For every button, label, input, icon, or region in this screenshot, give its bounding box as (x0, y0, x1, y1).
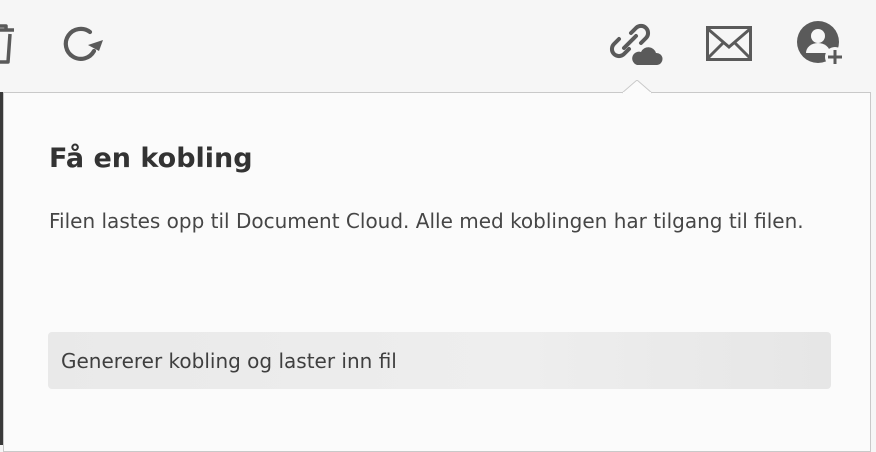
email-button[interactable] (703, 18, 755, 70)
delete-icon (0, 22, 20, 66)
email-icon (705, 25, 753, 63)
share-link-button[interactable] (609, 18, 663, 70)
link-cloud-icon (609, 19, 663, 69)
toolbar (0, 0, 876, 92)
add-person-icon (795, 19, 847, 69)
rotate-icon (59, 21, 105, 67)
progress-status-text: Genererer kobling og laster inn fil (61, 348, 397, 373)
rotate-button[interactable] (56, 18, 108, 70)
add-person-button[interactable] (795, 18, 847, 70)
panel-description: Filen lastes opp til Document Cloud. All… (49, 209, 804, 233)
share-link-panel: Få en kobling Filen lastes opp til Docum… (3, 92, 871, 452)
link-progress-field: Genererer kobling og laster inn fil (48, 332, 831, 389)
panel-title: Få en kobling (49, 143, 253, 174)
delete-button[interactable] (0, 18, 26, 70)
